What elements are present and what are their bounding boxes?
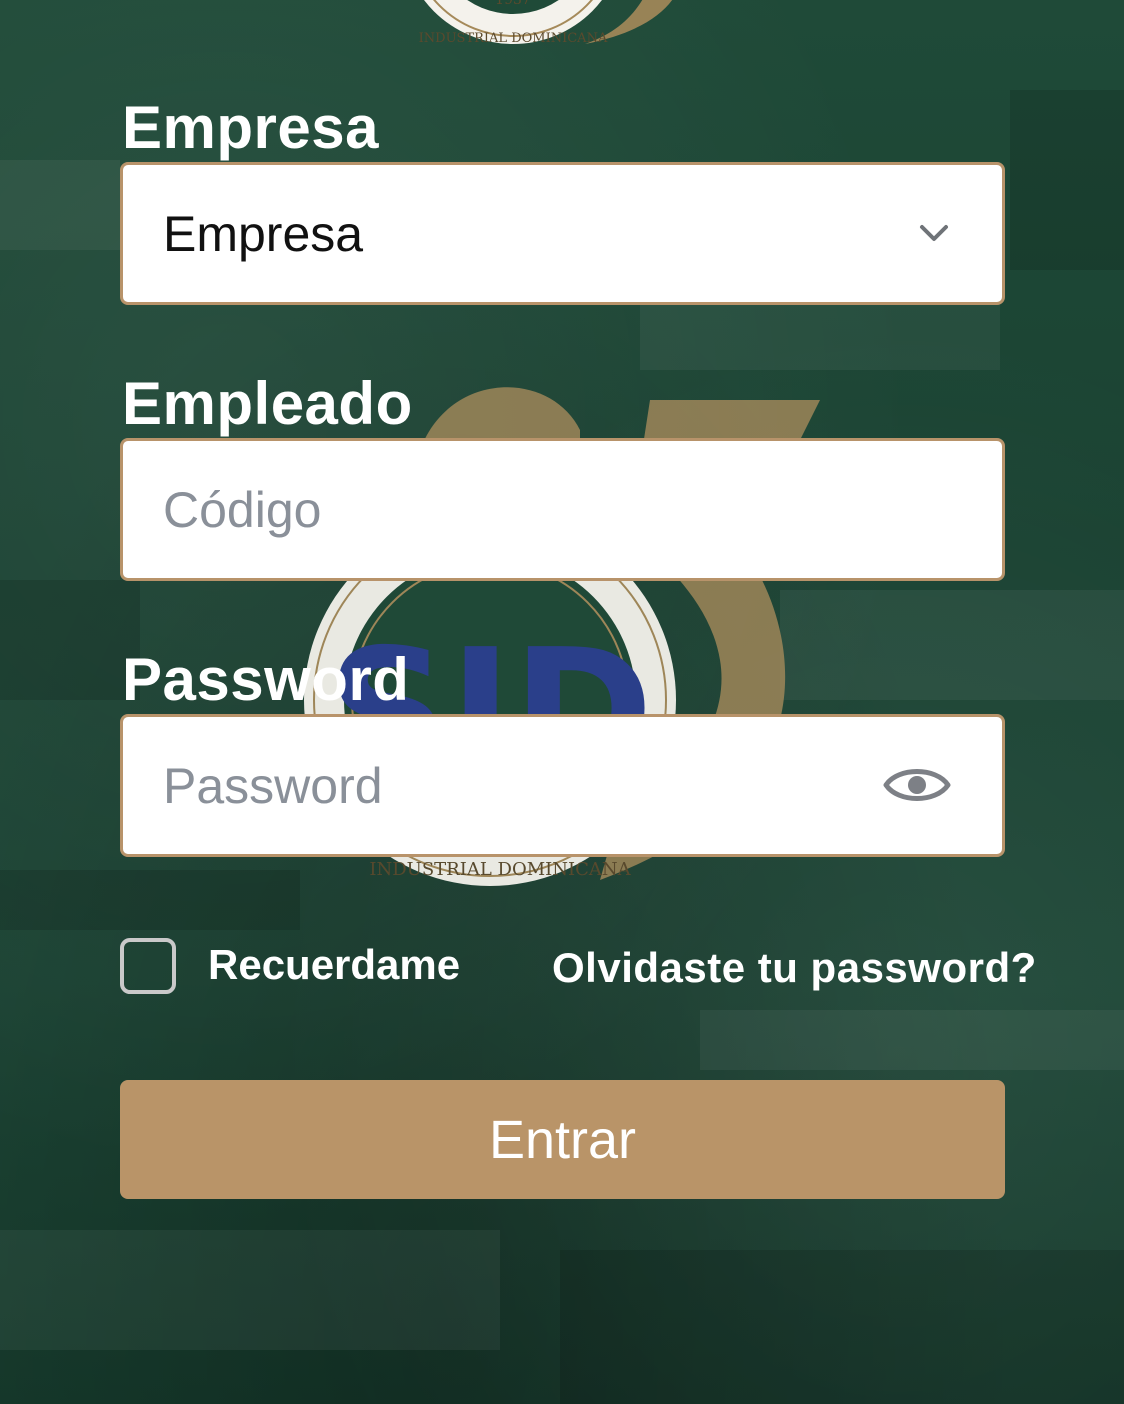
background-texture [0, 580, 140, 700]
background-texture [0, 870, 300, 930]
remember-checkbox[interactable] [120, 938, 176, 994]
remember-label[interactable]: Recuerdame [208, 940, 460, 990]
background-texture [780, 590, 1124, 700]
background-texture [640, 300, 1000, 370]
login-button[interactable]: Entrar [120, 1080, 1005, 1199]
logo-year: 1937 [495, 0, 531, 8]
background-texture [700, 1010, 1124, 1070]
logo-ring-text: INDUSTRIAL DOMINICANA [419, 31, 608, 46]
empleado-label: Empleado [122, 370, 413, 437]
background-texture [560, 1250, 1124, 1404]
empleado-placeholder: Código [163, 481, 322, 538]
company-logo-top: INDUSTRIAL DOMINICANA 1937 [419, 0, 673, 46]
background-texture [0, 160, 120, 250]
background-texture [0, 1230, 500, 1350]
password-label: Password [122, 646, 410, 713]
logo-ring-text: INDUSTRIAL DOMINICANA [369, 859, 631, 880]
empleado-code-input[interactable]: Código [120, 438, 1005, 581]
login-screen: INDUSTRIAL DOMINICANA 1937 SID INDUSTRIA… [0, 0, 1124, 1404]
empresa-select[interactable]: Empresa [120, 162, 1005, 305]
empresa-label: Empresa [122, 94, 379, 161]
background-texture [1010, 90, 1124, 270]
empresa-selected-value: Empresa [163, 205, 364, 262]
chevron-down-icon [920, 225, 948, 241]
forgot-password-link[interactable]: Olvidaste tu password? [552, 943, 1037, 993]
eye-icon[interactable] [882, 757, 952, 813]
password-input[interactable]: Password [120, 714, 1005, 857]
password-placeholder: Password [163, 757, 383, 814]
